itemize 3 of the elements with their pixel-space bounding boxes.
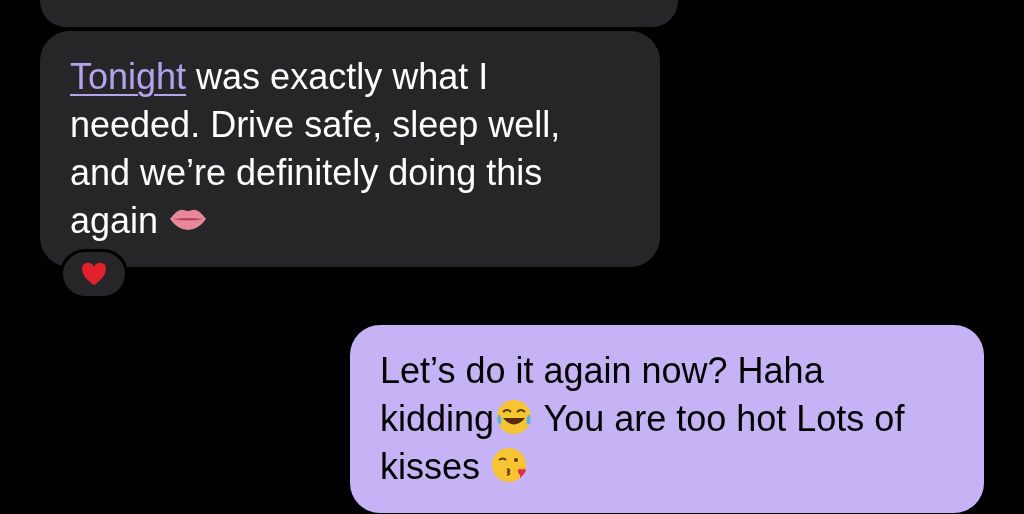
- message-text: Let’s do it again now? Haha kidding You are too hot Lots of kisses: [380, 350, 905, 487]
- message-text: Tonight was exactly what I needed. Drive safe, sleep well, and we’re definitely doing this again: [70, 56, 561, 241]
- link[interactable]: Tonight: [70, 56, 187, 97]
